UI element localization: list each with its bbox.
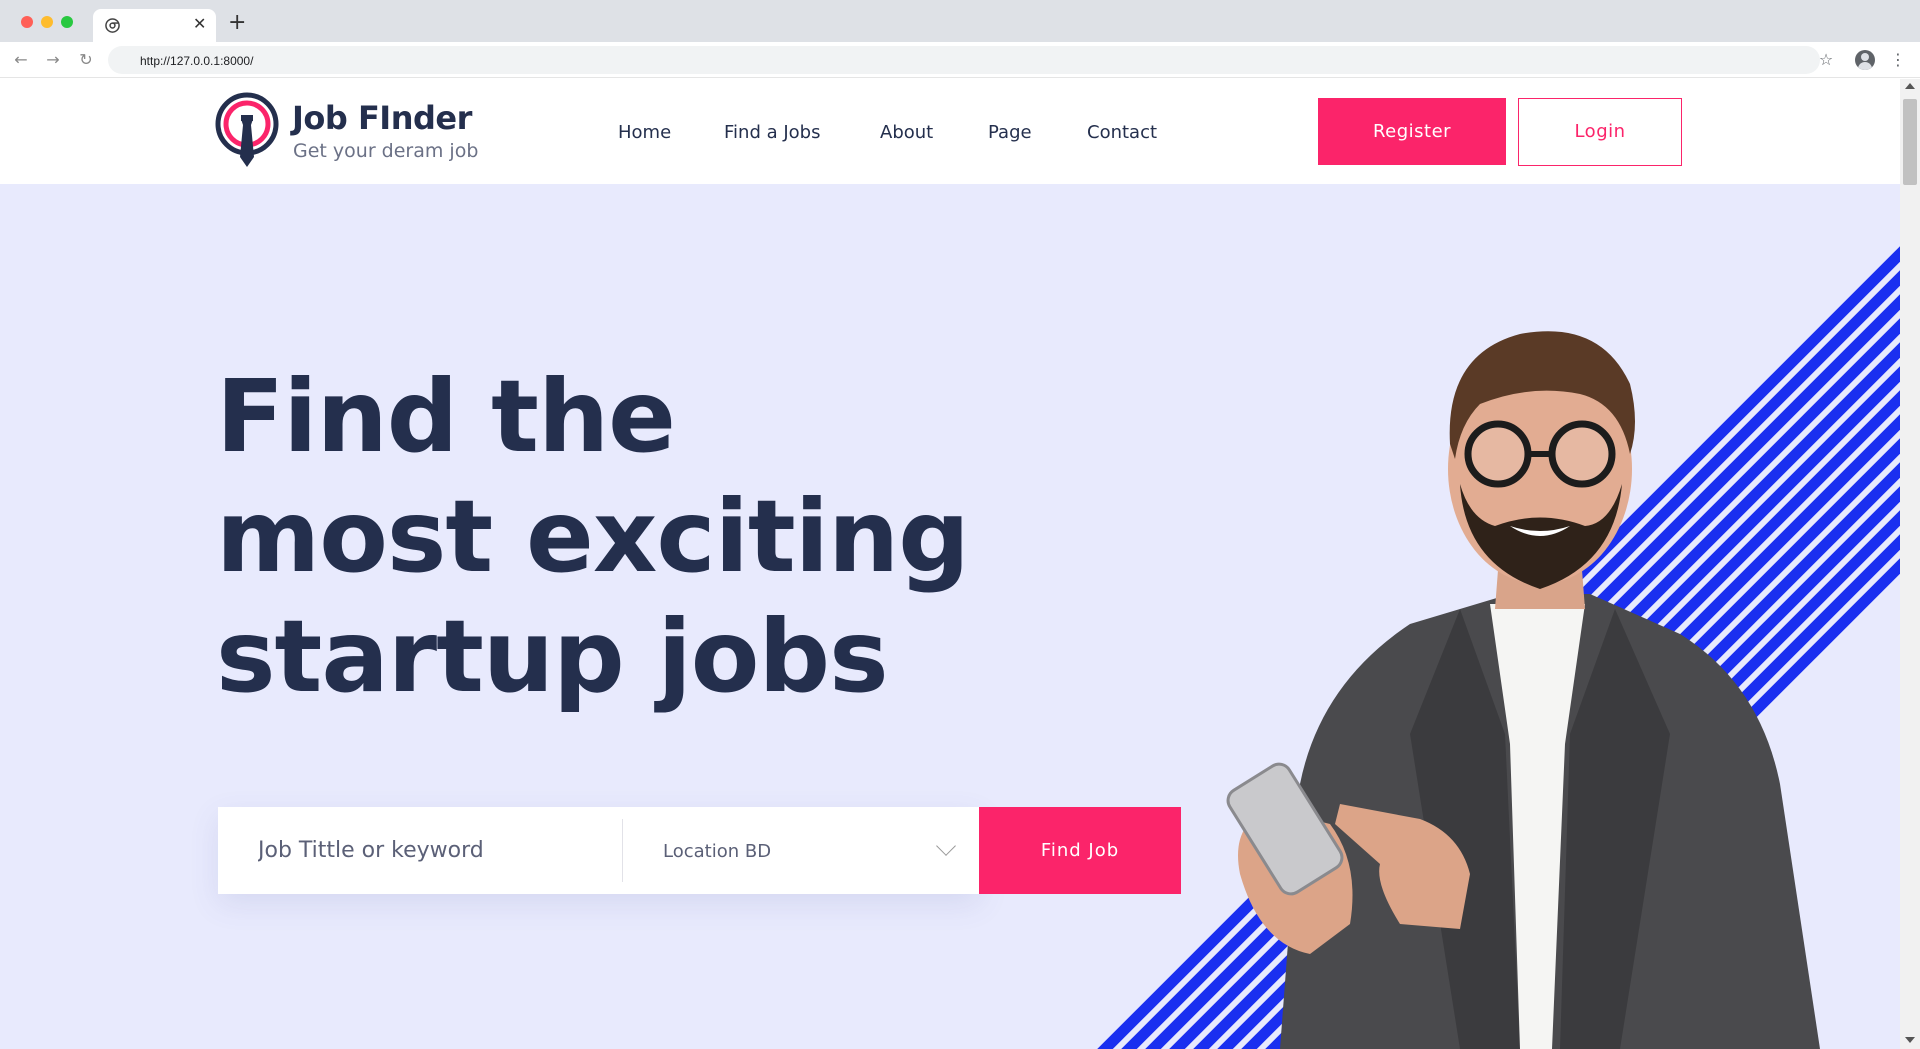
register-button[interactable]: Register [1318, 98, 1506, 165]
scroll-thumb[interactable] [1903, 99, 1917, 185]
chevron-down-icon [936, 836, 956, 856]
location-value: Location BD [663, 841, 772, 862]
login-button[interactable]: Login [1518, 98, 1682, 166]
find-job-button[interactable]: Find Job [979, 807, 1181, 894]
close-window-button[interactable] [21, 16, 33, 28]
close-tab-icon[interactable]: ✕ [193, 15, 206, 33]
nav-contact[interactable]: Contact [1087, 122, 1157, 143]
scroll-up-icon[interactable] [1905, 83, 1915, 89]
maximize-window-button[interactable] [61, 16, 73, 28]
brand-title[interactable]: Job FInder [292, 99, 472, 137]
hero-section: Find the most exciting startup jobs Loca… [0, 184, 1900, 1049]
scrollbar[interactable] [1900, 79, 1920, 1049]
nav-find-jobs[interactable]: Find a Jobs [724, 122, 820, 143]
browser-toolbar: ← → ↻ http://127.0.0.1:8000/ ☆ ⋮ [0, 42, 1920, 78]
forward-arrow-icon[interactable]: → [42, 49, 64, 71]
browser-tabbar: ✕ + [0, 0, 1920, 42]
logo-icon[interactable] [215, 91, 281, 173]
hero-title-line-2: most exciting [216, 478, 970, 595]
search-form: Location BD [218, 807, 980, 894]
chrome-icon [105, 18, 120, 33]
nav-about[interactable]: About [880, 122, 933, 143]
location-select[interactable]: Location BD [623, 807, 980, 894]
menu-icon[interactable]: ⋮ [1890, 49, 1906, 71]
businessman-photo [1226, 331, 1820, 1049]
page: Job FInder Get your deram job Home Find … [0, 79, 1900, 1049]
nav-home[interactable]: Home [618, 122, 671, 143]
new-tab-button[interactable]: + [228, 11, 246, 35]
keyword-input[interactable] [218, 807, 622, 894]
reload-icon[interactable]: ↻ [75, 49, 97, 71]
nav-page[interactable]: Page [988, 122, 1032, 143]
scroll-down-icon[interactable] [1905, 1037, 1915, 1043]
back-arrow-icon[interactable]: ← [10, 49, 32, 71]
hero-title-line-3: startup jobs [216, 598, 889, 715]
hero-title-line-1: Find the [216, 358, 676, 475]
brand-tagline: Get your deram job [293, 140, 479, 162]
browser-tab[interactable]: ✕ [93, 9, 216, 42]
profile-icon[interactable] [1855, 50, 1875, 70]
url-text: http://127.0.0.1:8000/ [140, 54, 254, 68]
star-icon[interactable]: ☆ [1815, 49, 1837, 71]
minimize-window-button[interactable] [41, 16, 53, 28]
address-bar[interactable]: http://127.0.0.1:8000/ [108, 46, 1820, 74]
hero-title: Find the most exciting startup jobs [216, 357, 970, 717]
site-header: Job FInder Get your deram job Home Find … [0, 79, 1900, 184]
